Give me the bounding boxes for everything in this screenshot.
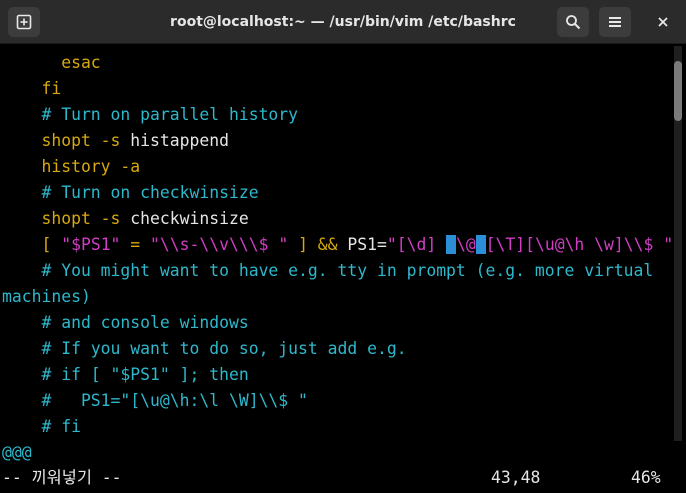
code-token: "[\d] xyxy=(386,235,447,254)
vim-mode-indicator: -- 끼워넣기 -- xyxy=(2,468,122,487)
code-token: ] && xyxy=(288,235,348,254)
scrollbar[interactable] xyxy=(674,46,682,441)
editor-line: # Turn on parallel history xyxy=(2,102,298,128)
editor-line: # and console windows xyxy=(2,310,249,336)
code-token: # You might want to have e.g. tty in pro… xyxy=(2,261,654,280)
code-token: machines) xyxy=(2,287,91,306)
cursor-position: 43,48 xyxy=(491,468,541,487)
code-token: = xyxy=(120,235,151,254)
editor-line: shopt -s checkwinsize xyxy=(2,206,249,232)
code-token: # Turn on checkwinsize xyxy=(2,183,259,202)
search-button[interactable] xyxy=(557,7,589,37)
code-token: "$PS1" xyxy=(61,235,121,254)
code-token: shopt -s xyxy=(2,131,131,150)
editor-line: # fi xyxy=(2,414,81,440)
code-token: # Turn on parallel history xyxy=(2,105,299,124)
code-token: # If you want to do so, just add e.g. xyxy=(2,339,407,358)
editor-line: history -a xyxy=(2,154,140,180)
code-token: # if [ "$PS1" ]; then xyxy=(2,365,249,384)
cursor-highlight xyxy=(446,235,456,254)
editor-line: machines) xyxy=(2,284,91,310)
code-token: histappend xyxy=(130,131,229,150)
editor-line: # PS1="[\u@\h:\l \W]\\$ " xyxy=(2,388,308,414)
code-token: [\T][\u@\h \w]\\$ " xyxy=(485,235,674,254)
editor-line: [ "$PS1" = "\\s-\\v\\\$ " ] && PS1="[\d]… xyxy=(2,232,673,258)
close-button[interactable] xyxy=(647,7,679,37)
code-token: @@@ xyxy=(2,443,32,462)
code-token: shopt -s xyxy=(2,209,131,228)
code-token: checkwinsize xyxy=(130,209,249,228)
scrollbar-thumb[interactable] xyxy=(674,61,682,121)
editor-line: # If you want to do so, just add e.g. xyxy=(2,336,407,362)
menu-button[interactable] xyxy=(599,7,631,37)
code-token: \@ xyxy=(456,235,476,254)
code-token: history -a xyxy=(2,157,141,176)
close-icon xyxy=(658,17,668,27)
code-token: [ xyxy=(2,235,62,254)
code-token: # and console windows xyxy=(2,313,249,332)
hamburger-menu-icon xyxy=(609,17,621,27)
editor-line: @@@ xyxy=(2,440,32,466)
code-token: esac xyxy=(2,53,101,72)
file-percent: 46% xyxy=(631,468,661,487)
editor-line: esac xyxy=(2,50,101,76)
editor-line: fi xyxy=(2,76,61,102)
code-token: fi xyxy=(2,79,62,98)
editor-line: # if [ "$PS1" ]; then xyxy=(2,362,249,388)
editor-line: # You might want to have e.g. tty in pro… xyxy=(2,258,653,284)
cursor-highlight xyxy=(475,235,486,254)
code-token: # fi xyxy=(2,417,81,436)
code-token: # PS1="[\u@\h:\l \W]\\$ " xyxy=(2,391,308,410)
editor-line: # Turn on checkwinsize xyxy=(2,180,259,206)
search-icon xyxy=(566,15,581,30)
terminal-text-area[interactable]: esac fi # Turn on parallel history shopt… xyxy=(0,48,673,493)
title-bar: root@localhost:~ — /usr/bin/vim /etc/bas… xyxy=(0,0,686,44)
code-token: "\\s-\\v\\\$ " xyxy=(150,235,289,254)
code-token: PS1= xyxy=(347,235,387,254)
editor-line: shopt -s histappend xyxy=(2,128,229,154)
